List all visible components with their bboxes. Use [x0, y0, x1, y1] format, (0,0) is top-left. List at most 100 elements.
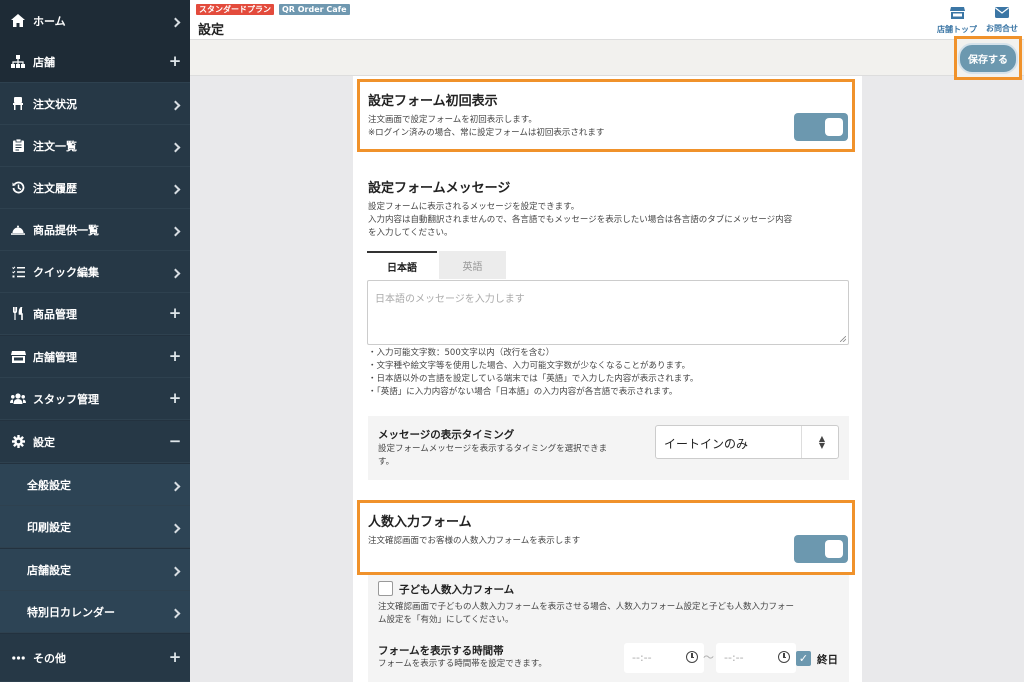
child-form-desc-line: ム設定を「有効」にしてください。 — [378, 615, 514, 625]
sidebar-item-product-serving[interactable]: 商品提供一覧 — [0, 209, 190, 251]
checkmark-icon: ✓ — [798, 652, 809, 665]
plus-icon: + — [168, 52, 182, 70]
sidebar-item-label: 店舗 — [33, 55, 55, 69]
sitemap-icon — [3, 55, 33, 68]
sidebar-subitem-store-settings[interactable]: 店舗設定 — [0, 549, 190, 591]
initial-display-desc-line: ※ログイン済みの場合、常に設定フォームは初回表示されます — [368, 128, 605, 138]
resize-handle-icon[interactable] — [840, 336, 846, 342]
timing-desc: 設定フォームメッセージを表示するタイミングを選択できま す。 — [378, 443, 607, 469]
chevron-right-icon — [160, 603, 190, 621]
sidebar-item-label: 印刷設定 — [27, 520, 71, 534]
note-line: ・文字種や絵文字等を使用した場合、入力可能文字数が少なくなることがあります。 — [368, 361, 691, 371]
utensils-icon — [3, 307, 33, 320]
sidebar-item-quick-edit[interactable]: クイック編集 — [0, 251, 190, 293]
time-range-separator: 〜 — [703, 651, 714, 664]
end-time-input[interactable]: --:-- — [716, 643, 796, 673]
envelope-icon — [979, 7, 1024, 20]
chevron-right-icon — [160, 179, 190, 197]
message-notes: ・入力可能文字数：500文字以内（改行を含む） ・文字種や絵文字等を使用した場合… — [368, 347, 698, 399]
top-header: スタンダードプラン QR Order Cafe 設定 店舗トップ お問合せ — [190, 0, 1024, 40]
store-top-link[interactable]: 店舗トップ — [934, 7, 980, 35]
sidebar-item-label: 注文履歴 — [33, 181, 77, 195]
sidebar-subitem-special-calendar[interactable]: 特別日カレンダー — [0, 591, 190, 633]
timing-select[interactable]: イートインのみ ▲ ▼ — [655, 425, 839, 459]
sidebar-item-store-management[interactable]: 店舗管理 + — [0, 336, 190, 378]
note-line: ・入力可能文字数：500文字以内（改行を含む） — [368, 348, 555, 358]
message-textarea[interactable]: 日本語のメッセージを入力します — [367, 280, 849, 345]
people-form-title: 人数入力フォーム — [368, 515, 472, 530]
allday-label: 終日 — [817, 654, 838, 666]
ellipsis-icon — [3, 655, 33, 660]
timing-title: メッセージの表示タイミング — [378, 429, 515, 441]
chevron-right-icon — [160, 12, 190, 30]
initial-display-toggle[interactable] — [794, 113, 848, 141]
action-toolbar — [190, 40, 1024, 76]
contact-link[interactable]: お問合せ — [979, 7, 1024, 34]
plan-badge: スタンダードプラン — [196, 4, 274, 15]
store-icon — [934, 7, 980, 21]
sidebar-item-label: 店舗設定 — [27, 563, 71, 577]
start-time-input[interactable]: --:-- — [624, 643, 704, 673]
gear-icon — [3, 435, 33, 448]
sidebar-item-label: 設定 — [33, 435, 55, 449]
note-line: ・「英語」に入力内容がない場合「日本語」の入力内容が各言語で表示されます。 — [368, 387, 678, 397]
sidebar-item-order-list[interactable]: 注文一覧 — [0, 125, 190, 167]
sidebar-item-label: スタッフ管理 — [33, 392, 99, 406]
sidebar-item-order-status[interactable]: 注文状況 — [0, 83, 190, 125]
sidebar: ホーム 店舗 + 注文状況 注文一覧 注文履歴 商品提供一覧 クイック編集 商品… — [0, 0, 190, 682]
tab-japanese[interactable]: 日本語 — [367, 251, 437, 279]
sidebar-item-label: クイック編集 — [33, 265, 99, 279]
chevron-right-icon — [160, 476, 190, 494]
sidebar-item-product-management[interactable]: 商品管理 + — [0, 293, 190, 335]
sidebar-item-label: 店舗管理 — [33, 350, 77, 364]
message-placeholder: 日本語のメッセージを入力します — [375, 294, 525, 305]
timing-selected-value: イートインのみ — [664, 437, 749, 451]
toggle-knob — [825, 540, 843, 558]
clipboard-icon — [3, 139, 33, 152]
sidebar-item-home[interactable]: ホーム — [0, 0, 190, 42]
initial-display-desc: 注文画面で設定フォームを初回表示します。 ※ログイン済みの場合、常に設定フォーム… — [368, 114, 604, 140]
checklist-icon — [3, 265, 33, 278]
allday-checkbox[interactable]: ✓ — [796, 651, 811, 666]
home-icon — [3, 14, 33, 27]
sidebar-item-label: 注文一覧 — [33, 139, 77, 153]
sidebar-item-order-history[interactable]: 注文履歴 — [0, 167, 190, 209]
clock-icon — [686, 651, 698, 663]
initial-display-desc-line: 注文画面で設定フォームを初回表示します。 — [368, 115, 537, 125]
child-form-label: 子ども人数入力フォーム — [399, 584, 515, 596]
people-form-toggle[interactable] — [794, 535, 848, 563]
child-form-desc-line: 注文確認画面で子どもの人数入力フォームを表示させる場合、人数入力フォーム設定と子… — [378, 602, 794, 612]
sidebar-item-store[interactable]: 店舗 + — [0, 41, 190, 83]
sidebar-item-settings[interactable]: 設定 − — [0, 421, 190, 463]
sidebar-item-label: 特別日カレンダー — [27, 605, 115, 619]
child-form-checkbox[interactable] — [378, 581, 393, 596]
sidebar-subitem-print-settings[interactable]: 印刷設定 — [0, 506, 190, 548]
save-button-highlight: 保存する — [954, 36, 1022, 80]
store-icon — [3, 350, 33, 363]
people-form-desc: 注文確認画面でお客様の人数入力フォームを表示します — [368, 536, 581, 546]
plus-icon: + — [168, 648, 182, 666]
users-icon — [3, 393, 33, 404]
history-icon — [3, 181, 33, 194]
toggle-knob — [825, 118, 843, 136]
child-form-desc: 注文確認画面で子どもの人数入力フォームを表示させる場合、人数入力フォーム設定と子… — [378, 601, 794, 627]
tab-english[interactable]: 英語 — [439, 251, 506, 279]
sidebar-subitem-general-settings[interactable]: 全般設定 — [0, 464, 190, 506]
chevron-right-icon — [160, 518, 190, 536]
chevron-right-icon — [160, 95, 190, 113]
chevron-right-icon — [160, 221, 190, 239]
chevron-right-icon — [160, 561, 190, 579]
sidebar-item-staff-management[interactable]: スタッフ管理 + — [0, 378, 190, 420]
sidebar-item-label: その他 — [33, 651, 66, 665]
sidebar-item-label: 全般設定 — [27, 478, 71, 492]
form-message-desc-line: を入力してください。 — [368, 228, 453, 238]
plus-icon: + — [168, 304, 182, 322]
minus-icon: − — [168, 432, 182, 450]
save-button[interactable]: 保存する — [958, 42, 1018, 74]
chevron-right-icon — [160, 263, 190, 281]
sidebar-item-other[interactable]: その他 + — [0, 634, 190, 682]
contact-label: お問合せ — [986, 24, 1018, 33]
sidebar-item-label: 商品提供一覧 — [33, 223, 99, 237]
clock-icon — [778, 651, 790, 663]
chevron-right-icon — [160, 137, 190, 155]
